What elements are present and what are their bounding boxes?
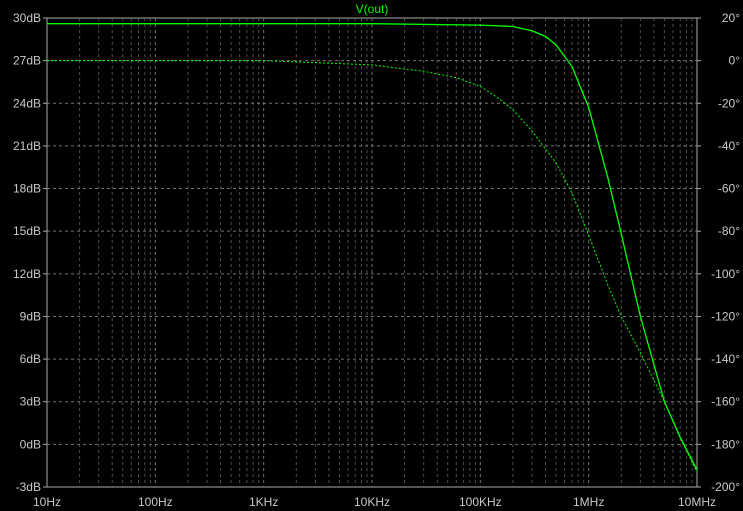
y-right-tick-label: -20° — [718, 96, 740, 110]
x-tick-label: 100KHz — [459, 495, 502, 509]
y-right-tick-label: -200° — [711, 480, 740, 494]
y-left-tick-label: 6dB — [20, 352, 41, 366]
x-tick-label: 100Hz — [138, 495, 173, 509]
x-tick-label: 10KHz — [354, 495, 390, 509]
y-right-tick-label: 20° — [722, 11, 740, 25]
x-tick-label: 1KHz — [249, 495, 278, 509]
y-right-tick-label: 0° — [729, 54, 741, 68]
x-tick-label: 1MHz — [573, 495, 604, 509]
y-left-tick-label: 3dB — [20, 395, 41, 409]
y-left-tick-label: 24dB — [13, 96, 41, 110]
y-left-tick-label: 27dB — [13, 54, 41, 68]
bode-plot: 10Hz 100Hz 1KHz 10KHz 100KHz 1MHz 10MHz 30dB 27d… — [13, 2, 741, 509]
y-left-tick-label: 9dB — [20, 309, 41, 323]
x-tick-label: 10Hz — [33, 495, 61, 509]
y-right-tick-label: -120° — [711, 309, 740, 323]
y-right-tick-label: -40° — [718, 139, 740, 153]
chart-title: V(out) — [356, 2, 389, 16]
y-left-tick-label: 12dB — [13, 267, 41, 281]
y-left-tick-label: 15dB — [13, 224, 41, 238]
x-tick-label: 10MHz — [678, 495, 716, 509]
y-left-tick-label: 0dB — [20, 437, 41, 451]
y-right-tick-label: -160° — [711, 395, 740, 409]
y-right-tick-label: -80° — [718, 224, 740, 238]
y-right-tick-label: -180° — [711, 437, 740, 451]
y-right-tick-label: -140° — [711, 352, 740, 366]
y-left-tick-label: 30dB — [13, 11, 41, 25]
y-left-tick-label: -3dB — [16, 480, 41, 494]
y-right-tick-label: -60° — [718, 182, 740, 196]
y-right-tick-label: -100° — [711, 267, 740, 281]
y-left-tick-label: 18dB — [13, 182, 41, 196]
y-left-tick-label: 21dB — [13, 139, 41, 153]
